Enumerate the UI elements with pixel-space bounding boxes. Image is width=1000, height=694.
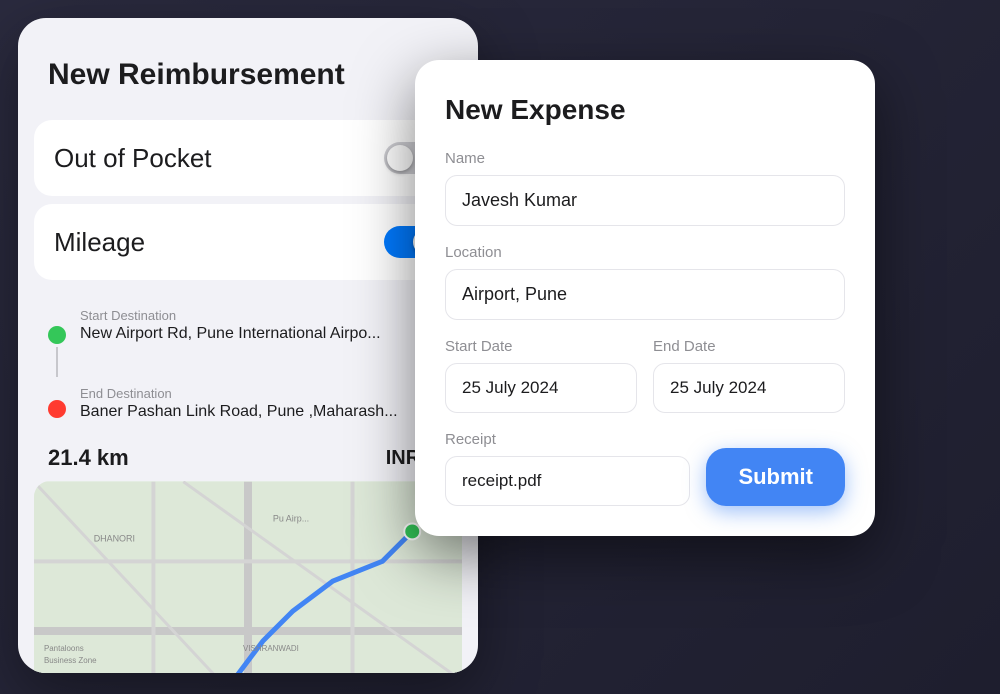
distance-row: 21.4 km INR 64 bbox=[18, 431, 478, 481]
start-date-label: Start Date bbox=[445, 338, 637, 355]
mileage-row: Mileage bbox=[34, 204, 462, 280]
name-input[interactable] bbox=[445, 175, 845, 226]
distance-value: 21.4 km bbox=[48, 445, 129, 471]
receipt-input[interactable] bbox=[445, 456, 690, 506]
left-card-header: New Reimbursement bbox=[18, 18, 478, 112]
end-date-label: End Date bbox=[653, 338, 845, 355]
expense-card: New Expense Name Location Start Date End… bbox=[415, 60, 875, 536]
svg-text:Business Zone: Business Zone bbox=[44, 656, 97, 665]
location-input[interactable] bbox=[445, 269, 845, 320]
dest-connector-line bbox=[56, 347, 58, 377]
svg-text:VISHRANWADI: VISHRANWADI bbox=[243, 644, 299, 653]
start-date-input[interactable] bbox=[445, 363, 637, 413]
svg-text:Pantaloons: Pantaloons bbox=[44, 644, 84, 653]
end-destination-item: End Destination Baner Pashan Link Road, … bbox=[48, 386, 448, 421]
start-date-group: Start Date bbox=[445, 338, 637, 413]
location-label: Location bbox=[445, 244, 845, 261]
screen-background: New Reimbursement Out of Pocket Mileage bbox=[0, 0, 1000, 694]
reimbursement-card: New Reimbursement Out of Pocket Mileage bbox=[18, 18, 478, 673]
receipt-label: Receipt bbox=[445, 431, 690, 448]
start-dest-text: Start Destination New Airport Rd, Pune I… bbox=[80, 308, 448, 343]
end-date-group: End Date bbox=[653, 338, 845, 413]
start-dest-label: Start Destination bbox=[80, 308, 448, 323]
map-mock: DHANORI Pu Airp... Pantaloons Business Z… bbox=[34, 481, 462, 673]
submit-button[interactable]: Submit bbox=[706, 448, 845, 506]
start-destination-item: Start Destination New Airport Rd, Pune I… bbox=[48, 308, 448, 380]
start-dest-icon-col bbox=[48, 308, 66, 380]
out-of-pocket-label: Out of Pocket bbox=[54, 143, 212, 174]
receipt-group: Receipt bbox=[445, 431, 690, 506]
receipt-submit-row: Receipt Submit bbox=[445, 431, 845, 506]
location-group: Location bbox=[445, 244, 845, 320]
end-dest-value: Baner Pashan Link Road, Pune ,Maharash..… bbox=[80, 403, 448, 421]
date-row: Start Date End Date bbox=[445, 338, 845, 413]
svg-text:Pu Airp...: Pu Airp... bbox=[273, 514, 309, 524]
out-of-pocket-row: Out of Pocket bbox=[34, 120, 462, 196]
map-svg: DHANORI Pu Airp... Pantaloons Business Z… bbox=[34, 481, 462, 673]
name-label: Name bbox=[445, 150, 845, 167]
end-dest-dot bbox=[48, 400, 66, 418]
end-dest-text: End Destination Baner Pashan Link Road, … bbox=[80, 386, 448, 421]
name-group: Name bbox=[445, 150, 845, 226]
end-date-input[interactable] bbox=[653, 363, 845, 413]
expense-title: New Expense bbox=[445, 94, 845, 126]
mileage-label: Mileage bbox=[54, 227, 145, 258]
destinations-section: Start Destination New Airport Rd, Pune I… bbox=[18, 288, 478, 431]
out-of-pocket-toggle-knob bbox=[387, 145, 413, 171]
end-dest-label: End Destination bbox=[80, 386, 448, 401]
start-dest-dot bbox=[48, 326, 66, 344]
end-dest-icon-col bbox=[48, 386, 66, 418]
svg-text:DHANORI: DHANORI bbox=[94, 533, 135, 543]
start-dest-value: New Airport Rd, Pune International Airpo… bbox=[80, 325, 448, 343]
map-container: DHANORI Pu Airp... Pantaloons Business Z… bbox=[34, 481, 462, 673]
reimbursement-title: New Reimbursement bbox=[48, 58, 448, 92]
